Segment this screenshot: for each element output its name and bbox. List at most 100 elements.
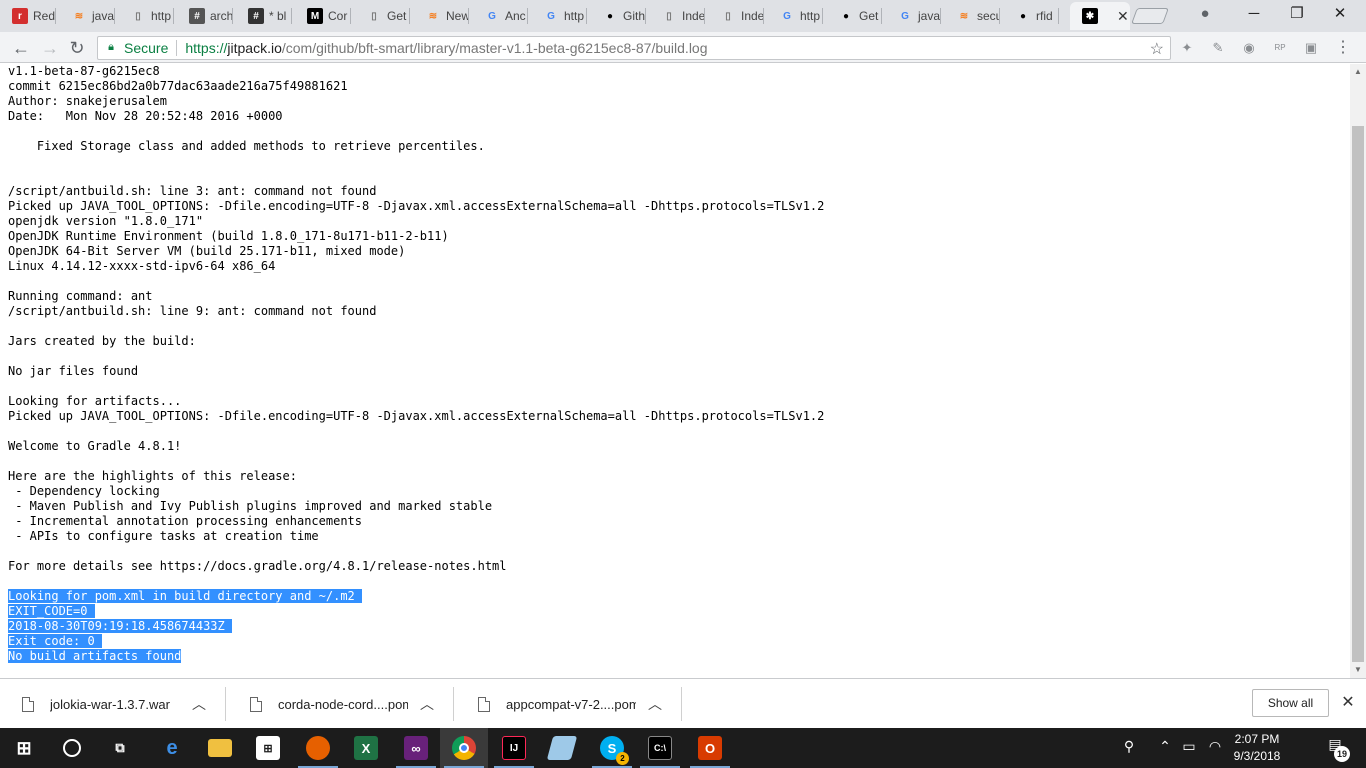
- windows-logo-icon: ⊞: [16, 737, 32, 758]
- forward-button[interactable]: →: [39, 37, 61, 59]
- log-line: v1.1-beta-87-g6215ec8: [8, 64, 160, 78]
- tab-5[interactable]: # * bl: [236, 2, 292, 30]
- log-line: Running command: ant: [8, 289, 153, 303]
- log-line: No build artifacts found: [8, 649, 1350, 664]
- taskbar-file-explorer[interactable]: [196, 728, 244, 768]
- download-item[interactable]: jolokia-war-1.3.7.war ︿: [0, 679, 226, 729]
- build-log: v1.1-beta-87-g6215ec8 commit 6215ec86bd2a…: [0, 64, 1350, 664]
- tab-2[interactable]: ≋ java: [59, 2, 115, 30]
- tab-11[interactable]: ● Gith: [590, 2, 646, 30]
- selected-log-line: 2018-08-30T09:19:18.458674433Z: [8, 619, 232, 633]
- folder-icon: [208, 739, 232, 757]
- tab-label: Cor: [328, 9, 348, 23]
- taskbar-excel[interactable]: X: [342, 728, 390, 768]
- tab-6[interactable]: M Cor: [295, 2, 351, 30]
- address-bar[interactable]: 🔒︎ Secure https:// jitpack.io /com/githu…: [97, 36, 1171, 60]
- close-shelf-icon[interactable]: ✕: [1339, 692, 1357, 712]
- new-tab-button[interactable]: [1131, 8, 1169, 24]
- log-line: openjdk version "1.8.0_171": [8, 214, 204, 228]
- lock-icon: 🔒︎: [108, 41, 114, 53]
- taskbar-cmd[interactable]: C:\: [636, 728, 684, 768]
- chevron-up-icon[interactable]: ︿: [648, 694, 662, 714]
- stackoverflow-icon: ≋: [428, 10, 438, 22]
- tab-10[interactable]: Ghttp: [531, 2, 587, 30]
- tab-18[interactable]: ● rfid: [1003, 2, 1059, 30]
- taskbar-intellij[interactable]: IJ: [490, 728, 538, 768]
- tab-label: secu: [977, 9, 1000, 23]
- selected-log-line: Looking for pom.xml in build directory a…: [8, 589, 363, 603]
- tab-17[interactable]: ≋ secu: [944, 2, 1000, 30]
- tab-3[interactable]: ▯ http: [118, 2, 174, 30]
- tab-label: java: [918, 9, 941, 23]
- download-item[interactable]: appcompat-v7-2....pom ︿: [456, 679, 682, 729]
- tray-chevron-icon[interactable]: ⌃: [1154, 738, 1176, 755]
- log-line: Picked up JAVA_TOOL_OPTIONS: -Dfile.enco…: [8, 409, 825, 423]
- bookmark-star-icon[interactable]: ☆: [1150, 39, 1164, 59]
- search-button[interactable]: [48, 728, 96, 768]
- tab-4[interactable]: # arch: [177, 2, 233, 30]
- menu-kebab-icon[interactable]: ⋮: [1334, 39, 1352, 57]
- wifi-icon[interactable]: ◠: [1204, 738, 1226, 755]
- profile-icon[interactable]: ●: [1196, 5, 1214, 23]
- taskbar-skype[interactable]: S 2: [588, 728, 636, 768]
- log-line: Exit code: 0: [8, 634, 1350, 649]
- download-filename: appcompat-v7-2....pom: [506, 696, 636, 712]
- scroll-up-icon[interactable]: ▲: [1350, 64, 1366, 80]
- tab-14[interactable]: Ghttp: [767, 2, 823, 30]
- taskbar-chrome[interactable]: [440, 728, 488, 768]
- taskbar-firefox[interactable]: [294, 728, 342, 768]
- log-line: /script/antbuild.sh: line 9: ant: comman…: [8, 304, 377, 318]
- download-item[interactable]: corda-node-cord....pom ︿: [228, 679, 454, 729]
- tab-16[interactable]: Gjava: [885, 2, 941, 30]
- network-icon[interactable]: ▭: [1178, 738, 1200, 755]
- chevron-up-icon[interactable]: ︿: [192, 694, 206, 714]
- show-all-button[interactable]: Show all: [1252, 689, 1329, 717]
- tab-12[interactable]: ▯ Inde: [649, 2, 705, 30]
- tab-13[interactable]: ▯ Inde: [708, 2, 764, 30]
- action-center-button[interactable]: ▤ 19: [1322, 736, 1350, 762]
- close-tab-icon[interactable]: ✕: [1117, 8, 1129, 25]
- tab-9[interactable]: G Anc: [472, 2, 528, 30]
- google-icon: G: [488, 10, 496, 22]
- task-view-button[interactable]: ⧉: [96, 728, 144, 768]
- extension-pen-icon[interactable]: ✎: [1209, 39, 1227, 57]
- maximize-button[interactable]: ❐: [1287, 4, 1307, 24]
- log-line: No jar files found: [8, 364, 139, 378]
- system-clock[interactable]: 2:07 PM 9/3/2018: [1226, 731, 1288, 765]
- vertical-scrollbar[interactable]: ▲ ▼: [1350, 64, 1366, 678]
- reload-button[interactable]: ↻: [66, 37, 88, 59]
- chevron-up-icon[interactable]: ︿: [420, 694, 434, 714]
- minimize-button[interactable]: ─: [1244, 4, 1264, 24]
- taskbar-edge[interactable]: e: [148, 728, 196, 768]
- start-button[interactable]: ⊞: [0, 728, 48, 768]
- scroll-down-icon[interactable]: ▼: [1350, 662, 1366, 678]
- taskbar-store[interactable]: ⊞: [244, 728, 292, 768]
- back-button[interactable]: ←: [10, 37, 32, 59]
- tab-1[interactable]: r Red: [0, 2, 56, 30]
- tab-15[interactable]: ● Get: [826, 2, 882, 30]
- url-host: jitpack.io: [227, 40, 282, 56]
- tab-7[interactable]: ▯ Get: [354, 2, 410, 30]
- taskbar-visual-studio[interactable]: ∞: [392, 728, 440, 768]
- file-icon: [22, 696, 34, 712]
- edge-icon: e: [166, 736, 178, 759]
- taskbar-sketch-app[interactable]: [538, 728, 586, 768]
- taskbar-office[interactable]: O: [686, 728, 734, 768]
- extension-rp-icon[interactable]: RP: [1271, 39, 1289, 57]
- tab-active-jitpack[interactable]: ✱ ✕: [1070, 2, 1130, 30]
- tab-separator: [114, 8, 115, 24]
- tab-8[interactable]: ≋ New: [413, 2, 469, 30]
- extension-puzzle-icon[interactable]: ✦: [1178, 39, 1196, 57]
- scrollbar-thumb[interactable]: [1352, 126, 1364, 662]
- extension-circle-icon[interactable]: ◉: [1240, 39, 1258, 57]
- people-icon[interactable]: ⚲: [1118, 738, 1140, 755]
- log-line: Looking for pom.xml in build directory a…: [8, 589, 1350, 604]
- download-separator: [225, 687, 226, 721]
- tab-separator: [173, 8, 174, 24]
- window-close-button[interactable]: ✕: [1330, 4, 1350, 24]
- extension-camera-icon[interactable]: ▣: [1302, 39, 1320, 57]
- github-icon: ●: [842, 10, 850, 22]
- download-separator: [453, 687, 454, 721]
